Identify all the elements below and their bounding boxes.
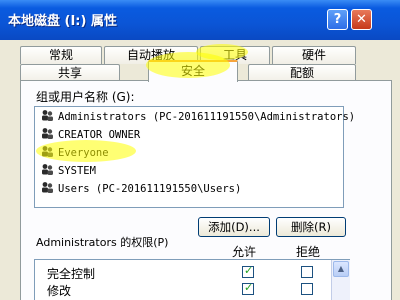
list-item[interactable]: CREATOR OWNER [41,127,140,143]
add-button[interactable]: 添加(D)... [198,217,270,237]
list-item-label: CREATOR OWNER [58,129,141,141]
window-title: 本地磁盘 (I:) 属性 [8,14,117,29]
user-group-icon [42,128,53,139]
allow-modify-checkbox[interactable] [242,281,254,295]
list-item[interactable]: Administrators (PC-201611191550\Administ… [41,109,355,125]
permission-name: 完全控制 [47,267,96,281]
permissions-list: 完全控制 修改 ▲ [34,259,350,300]
list-item[interactable]: SYSTEM [41,163,96,179]
tab-general[interactable]: 常规 [20,46,102,64]
user-group-icon [42,182,53,193]
user-group-icon [42,146,53,157]
users-listbox[interactable]: Administrators (PC-201611191550\Administ… [34,106,355,208]
allow-header: 允许 [232,245,257,259]
list-item[interactable]: Users (PC-201611191550\Users) [41,181,241,197]
properties-dialog: 本地磁盘 (I:) 属性 ? ✕ 常规 自动播放 工具 硬件 共享 安全 配额 … [0,0,400,300]
group-users-label: 组或用户名称 (G): [36,90,135,104]
permission-name: 修改 [47,284,72,298]
list-item-label: SYSTEM [58,165,96,177]
list-item-label: Users (PC-201611191550\Users) [58,183,242,195]
scroll-up-arrow-icon[interactable]: ▲ [333,261,349,277]
permissions-scrollbar[interactable]: ▲ [331,260,350,300]
help-button[interactable]: ? [327,9,348,30]
deny-modify-checkbox[interactable] [301,283,313,295]
user-group-icon [42,164,53,175]
list-item-label: Administrators (PC-201611191550\Administ… [58,111,356,123]
deny-full-control-checkbox[interactable] [301,266,313,278]
close-button[interactable]: ✕ [351,9,372,30]
remove-button[interactable]: 删除(R) [276,217,346,237]
deny-header: 拒绝 [296,245,321,259]
tab-hardware[interactable]: 硬件 [272,46,356,64]
user-group-icon [42,110,53,121]
list-item[interactable]: Everyone [41,145,109,161]
allow-full-control-checkbox[interactable] [242,264,254,278]
list-item-label: Everyone [58,147,109,159]
title-bar[interactable]: 本地磁盘 (I:) 属性 ? ✕ [0,0,400,40]
tab-security[interactable]: 安全 [148,60,238,82]
permissions-label: Administrators 的权限(P) [36,236,169,249]
